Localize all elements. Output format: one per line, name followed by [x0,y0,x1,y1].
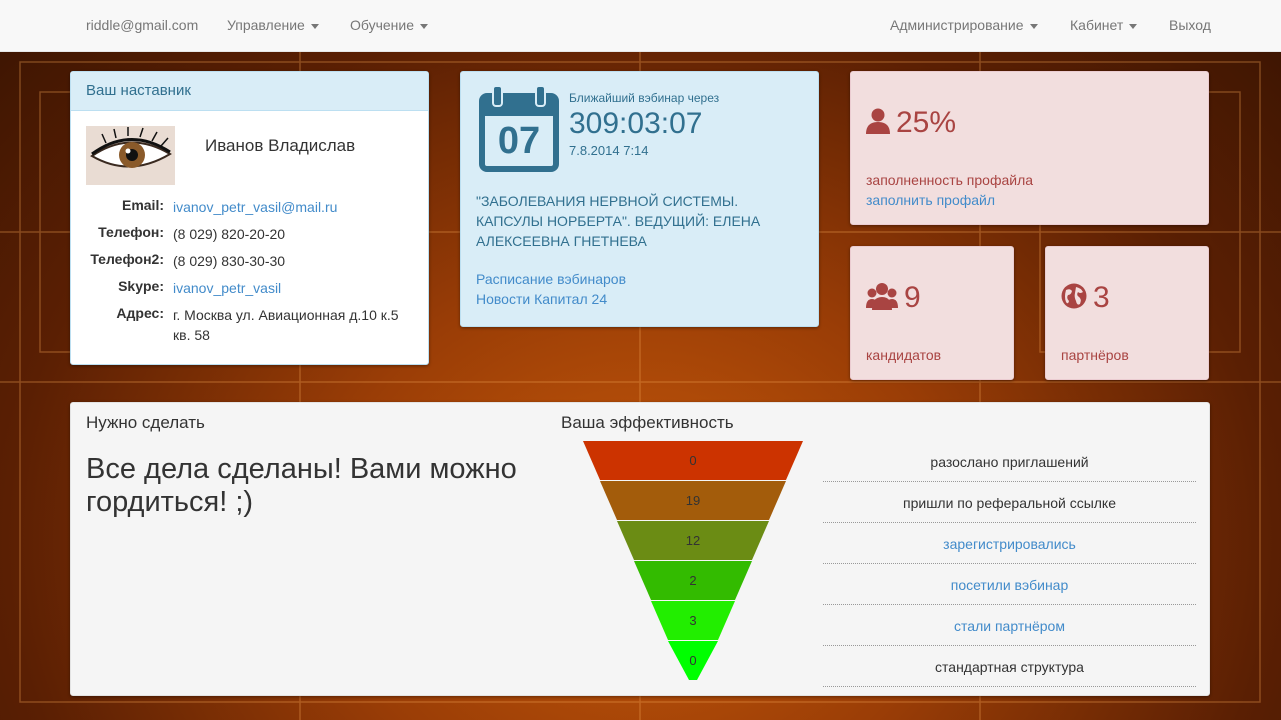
efficiency-legend-item[interactable]: зарегистрировались [823,524,1196,564]
webinar-schedule-link[interactable]: Расписание вэбинаров [476,271,626,287]
nav-menu-learning-label: Обучение [350,17,415,33]
email-label: Email: [121,197,164,213]
efficiency-legend-item: пришли по реферальной ссылке [823,483,1196,523]
funnel-value: 12 [686,533,700,548]
profile-percent-row: 25% [866,106,956,140]
efficiency-legend-item: разослано приглашений [823,442,1196,482]
efficiency-funnel: 0 19 12 2 3 0 [583,441,803,680]
profile-percent: 25% [896,106,957,139]
mentor-avatar [86,126,175,185]
mentor-skype-link[interactable]: ivanov_petr_vasil [173,278,413,298]
top-navbar: riddle@gmail.com Управление Обучение Адм… [0,0,1281,52]
caret-down-icon [420,23,429,29]
tasks-efficiency-panel: Нужно сделать Все дела сделаны! Вами мож… [70,402,1210,696]
funnel-value: 19 [686,493,700,508]
skype-label: Skype: [118,278,164,294]
nav-menu-manage-label: Управление [227,17,305,33]
news-link[interactable]: Новости Капитал 24 [476,291,607,307]
efficiency-legend-item[interactable]: посетили вэбинар [823,565,1196,605]
efficiency-legend-item[interactable]: стали партнёром [823,606,1196,646]
webinar-date: 7.8.2014 7:14 [569,143,649,158]
candidates-panel: 9 кандидатов [850,246,1014,380]
fill-profile-link[interactable]: заполнить профайл [866,192,995,208]
funnel-value: 0 [689,453,696,468]
nav-menu-manage[interactable]: Управление [227,0,319,51]
user-icon [866,108,890,135]
mentor-phone: (8 029) 820-20-20 [173,226,286,242]
efficiency-legend-item: стандартная структура [823,647,1196,687]
users-group-icon [866,283,898,311]
partners-caption: партнёров [1061,347,1129,363]
webinar-title: "ЗАБОЛЕВАНИЯ НЕРВНОЙ СИСТЕМЫ. КАПСУЛЫ НО… [476,193,761,249]
webinar-caption: Ближайший вэбинар через [569,91,720,105]
webinar-countdown: 309:03:07 [569,107,703,140]
phone2-label: Телефон2: [90,251,164,267]
partners-count-row: 3 [1061,281,1110,315]
nav-menu-admin-label: Администрирование [890,17,1024,33]
mentor-name: Иванов Владислав [205,136,356,155]
todo-message: Все дела сделаны! Вами можно гордиться! … [86,453,517,518]
nav-menu-learning[interactable]: Обучение [350,0,429,51]
calendar-icon: 07 [479,85,559,172]
phone-label: Телефон: [98,224,164,240]
mentor-address: г. Москва ул. Авиационная д.10 к.5 кв. 5… [173,307,399,343]
profile-fill-caption: заполненность профайла [866,172,1034,188]
partners-count: 3 [1093,281,1110,314]
caret-down-icon [1029,23,1038,29]
webinar-panel: 07 Ближайший вэбинар через 309:03:07 7.8… [460,71,819,327]
efficiency-heading: Ваша эффективность [561,413,734,432]
calendar-day: 07 [497,120,541,162]
nav-logout[interactable]: Выход [1169,0,1211,51]
mentor-phone2: (8 029) 830-30-30 [173,253,286,269]
partners-panel: 3 партнёров [1045,246,1209,380]
mentor-panel-heading: Ваш наставник [71,72,428,111]
funnel-value: 0 [689,653,696,668]
todo-heading: Нужно сделать [86,413,205,432]
nav-menu-admin[interactable]: Администрирование [890,0,1038,51]
funnel-value: 3 [689,613,696,628]
profile-fill-panel: 25% заполненность профайла заполнить про… [850,71,1209,225]
caret-down-icon [310,23,319,29]
globe-icon [1061,283,1087,309]
candidates-count-row: 9 [866,281,921,315]
caret-down-icon [1129,23,1138,29]
mentor-panel: Ваш наставник Иванов Владислав Email: iv… [70,71,429,365]
candidates-count: 9 [904,281,921,314]
nav-menu-cabinet[interactable]: Кабинет [1070,0,1138,51]
funnel-value: 2 [689,573,696,588]
candidates-caption: кандидатов [866,347,942,363]
nav-user-email[interactable]: riddle@gmail.com [86,0,198,51]
address-label: Адрес: [116,305,164,321]
mentor-email-link[interactable]: ivanov_petr_vasil@mail.ru [173,197,413,217]
eye-photo-icon [86,126,175,185]
nav-menu-cabinet-label: Кабинет [1070,17,1124,33]
